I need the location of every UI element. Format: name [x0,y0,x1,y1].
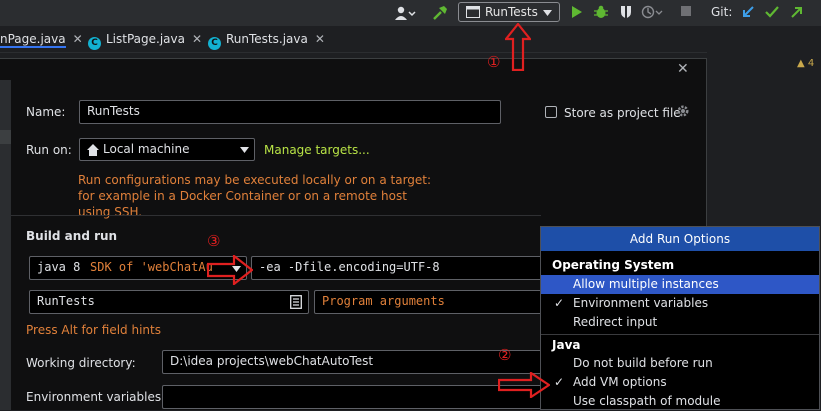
option-label: Environment variables [573,296,709,310]
environment-variables-label: Environment variables: [26,390,166,404]
java-class-icon: C [208,37,221,50]
git-label: Git: [711,5,733,19]
tab-page-java[interactable]: nPage.java ✕ [0,26,83,52]
option-label: Use classpath of module [573,394,721,408]
close-icon[interactable]: ✕ [192,32,202,46]
warning-icon: ▲ [797,58,805,69]
tab-runtests-java[interactable]: C RunTests.java ✕ [208,26,325,52]
gear-icon[interactable] [676,104,690,118]
annotation-arrow-right [498,372,550,398]
chevron-down-icon [543,10,552,16]
close-icon[interactable]: ✕ [677,61,689,77]
option-label: Do not build before run [573,356,713,370]
build-hammer-icon[interactable] [432,5,448,21]
working-directory-label: Working directory: [26,356,136,370]
run-on-value: Local machine [103,142,190,156]
main-toolbar: RunTests Git: [0,0,821,26]
working-directory-input[interactable]: D:\idea projects\webChatAutoTest [162,350,543,374]
browse-file-icon[interactable] [290,295,302,309]
jdk-sdk-label: SDK of 'webChatAuto [90,260,214,274]
tab-label: ListPage.java [106,32,185,46]
option-label: Add VM options [573,375,667,389]
warning-indicator[interactable]: ▲ 4 [797,58,814,69]
alt-field-hint: Press Alt for field hints [26,323,161,337]
java-class-icon: C [88,37,101,50]
profile-icon[interactable] [641,5,663,19]
environment-variables-input[interactable] [162,385,543,409]
main-class-value: RunTests [37,294,95,308]
git-update-icon[interactable] [741,5,755,19]
checkmark-icon: ✓ [554,296,565,310]
name-value: RunTests [87,104,140,118]
popup-title: Add Run Options [541,227,819,251]
java-section-heading: Java [552,338,581,352]
os-section-heading: Operating System [552,258,675,272]
section-divider [11,215,541,216]
run-config-label: RunTests [485,5,538,19]
manage-targets-link[interactable]: Manage targets... [264,143,370,157]
tree-selection[interactable] [0,130,11,144]
run-on-label: Run on: [26,143,72,157]
run-config-icon [466,6,480,18]
run-icon[interactable] [571,5,583,19]
home-icon [87,144,99,156]
git-commit-check-icon[interactable] [765,5,779,19]
annotation-2: ② [498,346,512,364]
warning-count: 4 [807,58,815,69]
option-use-classpath-module[interactable]: Use classpath of module [541,392,819,411]
name-label: Name: [26,105,66,119]
build-and-run-heading: Build and run [26,229,118,243]
debug-bug-icon[interactable] [594,5,608,19]
user-icon[interactable] [394,5,416,21]
tab-label: RunTests.java [226,32,308,46]
close-icon[interactable]: ✕ [73,32,83,46]
chevron-down-icon [240,147,249,153]
working-directory-value: D:\idea projects\webChatAutoTest [170,354,374,368]
annotation-3: ③ [207,232,221,250]
option-allow-multiple-instances[interactable]: Allow multiple instances [541,275,819,294]
option-label: Allow multiple instances [573,277,719,291]
editor-tab-bar: nPage.java ✕ C ListPage.java ✕ C RunTests.ja… [0,26,821,53]
run-on-hint: Run configurations may be executed local… [78,173,432,219]
option-environment-variables[interactable]: ✓ Environment variables [541,294,819,313]
tab-listpage-java[interactable]: C ListPage.java ✕ [88,26,202,52]
stop-icon[interactable] [680,5,692,17]
name-input[interactable]: RunTests [79,100,501,124]
annotation-arrow-up [505,23,531,71]
tab-label: nPage.java [0,32,66,48]
popup-separator [541,334,819,335]
close-icon[interactable]: ✕ [315,32,325,46]
git-push-icon[interactable] [790,5,804,19]
config-tree-panel [0,80,11,410]
coverage-shield-icon[interactable] [619,5,633,19]
run-on-dropdown[interactable]: Local machine [79,138,255,161]
option-do-not-build[interactable]: Do not build before run [541,354,819,373]
option-add-vm-options[interactable]: ✓ Add VM options [541,373,819,392]
program-arguments-input[interactable]: Program arguments [314,290,543,314]
checkmark-icon: ✓ [554,375,565,389]
run-config-dropdown[interactable]: RunTests [458,2,560,22]
jdk-version: java 8 [37,260,81,274]
program-arguments-placeholder: Program arguments [322,294,445,308]
store-as-project-label: Store as project file [564,106,681,120]
vm-options-value: -ea -Dfile.encoding=UTF-8 [259,260,440,274]
vm-options-input[interactable]: -ea -Dfile.encoding=UTF-8 [251,256,543,280]
option-redirect-input[interactable]: Redirect input [541,313,819,332]
option-label: Redirect input [573,315,658,329]
annotation-arrow-right [207,255,253,285]
add-run-options-popup: Add Run Options Operating System Allow m… [540,226,820,410]
main-class-input[interactable]: RunTests [29,290,309,314]
annotation-1: ① [487,53,501,71]
store-as-project-checkbox[interactable] [545,106,557,118]
